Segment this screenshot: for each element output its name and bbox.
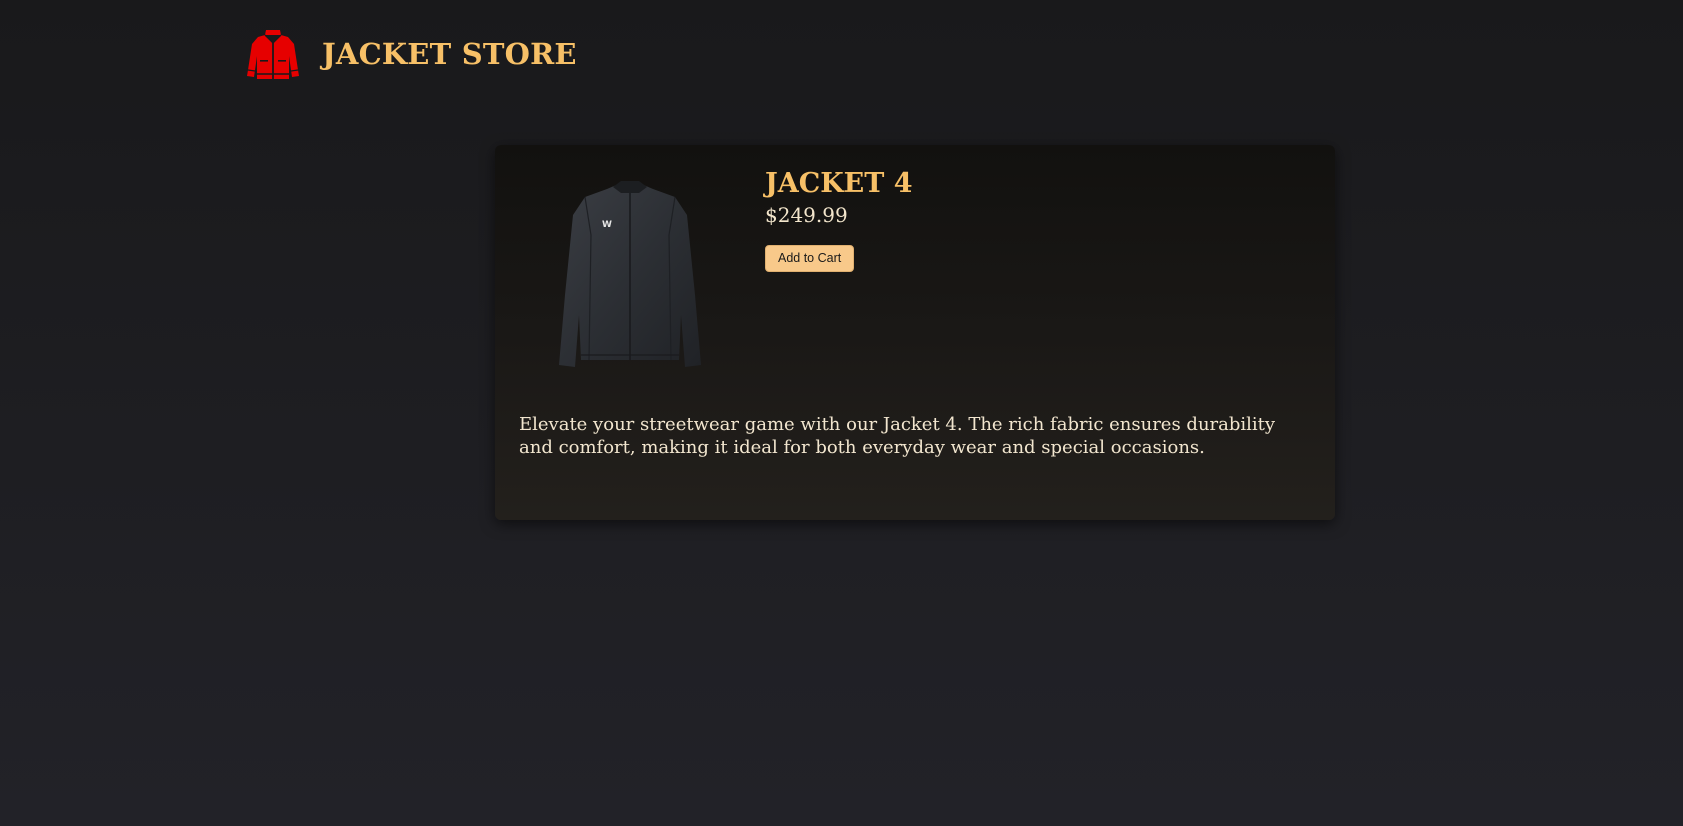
product-price: $249.99 <box>765 203 848 227</box>
product-info: JACKET 4 $249.99 Add to Cart <box>765 167 913 272</box>
jacket-icon[interactable] <box>244 26 302 82</box>
product-name: JACKET 4 <box>765 168 913 199</box>
store-title[interactable]: JACKET STORE <box>322 26 577 82</box>
add-to-cart-button[interactable]: Add to Cart <box>765 245 855 272</box>
product-card: W JACKET 4 $249.99 Add to Cart Elevate y… <box>495 145 1335 520</box>
svg-text:W: W <box>602 220 612 230</box>
product-description: Elevate your streetwear game with our Ja… <box>519 414 1276 458</box>
site-header: JACKET STORE <box>244 26 577 82</box>
jacket-photo: W <box>559 181 701 367</box>
